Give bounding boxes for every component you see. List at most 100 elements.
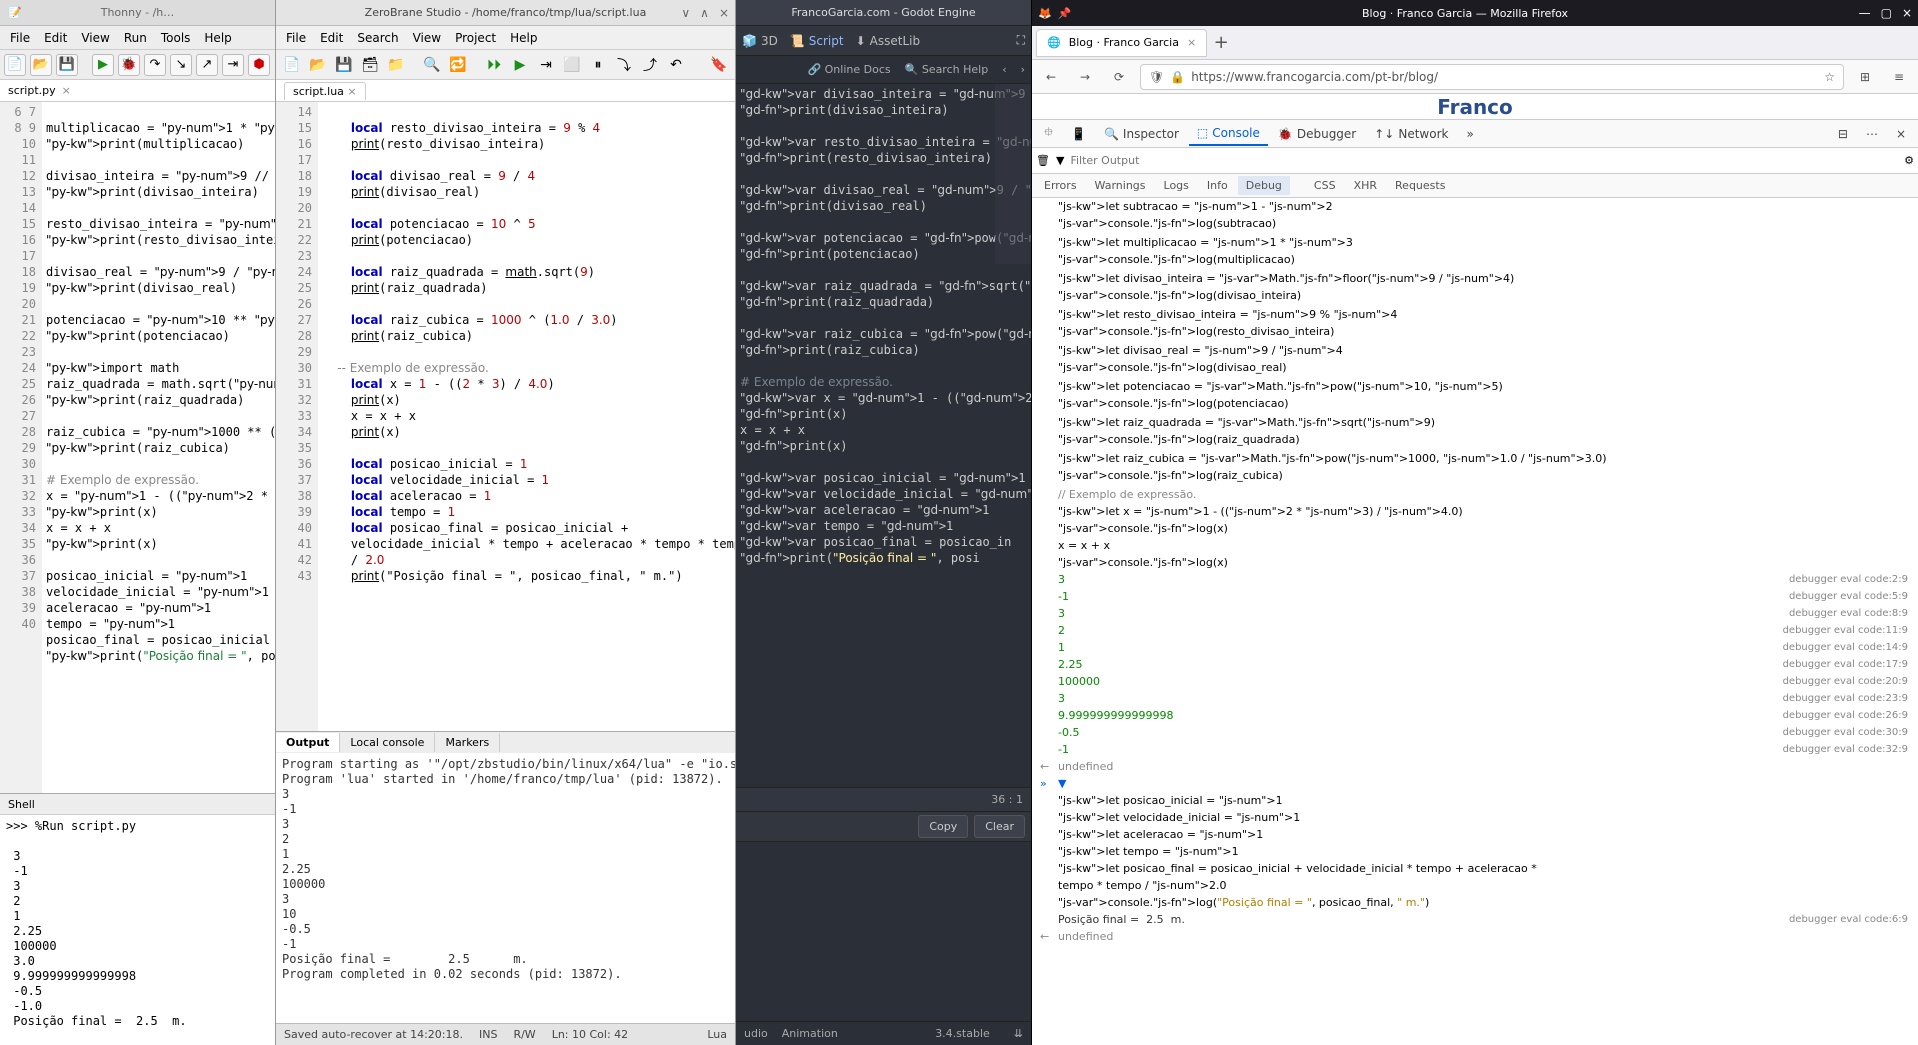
trash-icon[interactable]: 🗑 bbox=[1036, 154, 1050, 167]
copy-button[interactable]: Copy bbox=[918, 815, 968, 838]
thonny-editor[interactable]: 6 7 8 9 10 11 12 13 14 15 16 17 18 19 20… bbox=[0, 102, 275, 793]
close-icon[interactable]: × bbox=[1902, 6, 1912, 20]
inspector-picker-icon[interactable]: ⯐ bbox=[1036, 119, 1061, 148]
tab-inspector[interactable]: 🔍 Inspector bbox=[1096, 123, 1187, 145]
settings-icon[interactable]: ⚙ bbox=[1904, 154, 1914, 167]
tab-close-icon[interactable]: × bbox=[1187, 36, 1196, 49]
minimize-icon[interactable]: — bbox=[1859, 6, 1871, 20]
forward-button[interactable]: → bbox=[1072, 64, 1098, 90]
find-icon[interactable]: 🔍 bbox=[420, 53, 444, 77]
close-icon[interactable]: × bbox=[719, 6, 729, 20]
cat-info[interactable]: Info bbox=[1199, 176, 1236, 195]
tab-debugger[interactable]: 🐞 Debugger bbox=[1270, 123, 1364, 145]
devtools-dock-icon[interactable]: ⊟ bbox=[1830, 123, 1856, 145]
menu-help[interactable]: Help bbox=[504, 29, 543, 47]
pause-icon[interactable]: ⏸ bbox=[586, 53, 610, 77]
address-bar[interactable]: 🛡 🔒 https://www.francogarcia.com/pt-br/b… bbox=[1140, 64, 1844, 90]
debug-run-icon[interactable]: ▶ bbox=[508, 53, 532, 77]
run-icon[interactable]: ⏵⏵ bbox=[482, 53, 506, 77]
console-output[interactable]: "js-kw">let subtracao = "js-num">1 - "js… bbox=[1032, 198, 1918, 1045]
minimize-icon[interactable]: ∨ bbox=[681, 6, 690, 20]
filter-input[interactable] bbox=[1070, 154, 1898, 167]
step-over-icon[interactable]: ↷ bbox=[144, 54, 166, 76]
step-out-icon[interactable]: ↗ bbox=[196, 54, 218, 76]
step2-icon[interactable]: ⤴ bbox=[638, 53, 662, 77]
menu-search[interactable]: Search bbox=[351, 29, 404, 47]
tab-3d[interactable]: 🧊 3D bbox=[742, 34, 778, 48]
menu-run[interactable]: Run bbox=[118, 29, 153, 47]
cat-requests[interactable]: Requests bbox=[1387, 176, 1453, 195]
pin-icon[interactable]: 📌 bbox=[1058, 7, 1072, 20]
thonny-menubar[interactable]: File Edit View Run Tools Help bbox=[0, 26, 275, 50]
cat-debug[interactable]: Debug bbox=[1238, 176, 1290, 195]
open-file-icon[interactable]: 📂 bbox=[30, 54, 52, 76]
godot-editor[interactable]: "gd-kw">var divisao_inteira = "gd-num">9… bbox=[736, 84, 1031, 787]
tab-console[interactable]: ⬚ Console bbox=[1189, 122, 1268, 146]
saveall-icon[interactable]: 🗃 bbox=[358, 53, 382, 77]
zbs-editor[interactable]: 14 15 16 17 18 19 20 21 22 23 24 25 26 2… bbox=[276, 102, 735, 731]
step3-icon[interactable]: ↶ bbox=[664, 53, 688, 77]
menu-edit[interactable]: Edit bbox=[38, 29, 73, 47]
new-icon[interactable]: 📄 bbox=[280, 53, 304, 77]
menu-view[interactable]: View bbox=[407, 29, 447, 47]
zbs-output[interactable]: Program starting as '"/opt/zbstudio/bin/… bbox=[276, 753, 735, 1023]
debug-icon[interactable]: 🐞 bbox=[118, 54, 140, 76]
code-area[interactable]: multiplicacao = "py-num">1 * "py-num">3 … bbox=[42, 102, 275, 793]
menu-file[interactable]: File bbox=[4, 29, 36, 47]
tab-animation[interactable]: Animation bbox=[782, 1027, 838, 1040]
tab-markers[interactable]: Markers bbox=[435, 733, 500, 752]
search-help-link[interactable]: 🔍 Search Help bbox=[905, 63, 989, 76]
shield-icon[interactable]: 🛡 bbox=[1149, 70, 1164, 84]
tab-output[interactable]: Output bbox=[276, 733, 340, 752]
open-icon[interactable]: 📂 bbox=[306, 53, 330, 77]
minimap[interactable] bbox=[995, 84, 1031, 264]
cat-logs[interactable]: Logs bbox=[1156, 176, 1197, 195]
back-button[interactable]: ← bbox=[1038, 64, 1064, 90]
stop-icon[interactable]: ⬜ bbox=[560, 53, 584, 77]
clear-button[interactable]: Clear bbox=[974, 815, 1025, 838]
responsive-icon[interactable]: 📱 bbox=[1063, 123, 1094, 145]
bookmark-icon[interactable]: ☆ bbox=[1824, 70, 1835, 84]
zbs-menubar[interactable]: File Edit Search View Project Help bbox=[276, 26, 735, 50]
tab-audio[interactable]: udio bbox=[744, 1027, 768, 1040]
cat-errors[interactable]: Errors bbox=[1036, 176, 1085, 195]
nav-next-icon[interactable]: › bbox=[1021, 63, 1025, 76]
menu-view[interactable]: View bbox=[75, 29, 115, 47]
browser-tab[interactable]: 🌐 Blog · Franco Garcia × bbox=[1036, 29, 1207, 57]
tab-more-icon[interactable]: » bbox=[1458, 123, 1481, 145]
code-area[interactable]: local resto_divisao_inteira = 9 % 4 prin… bbox=[318, 102, 735, 731]
reload-button[interactable]: ⟳ bbox=[1106, 64, 1132, 90]
menu-project[interactable]: Project bbox=[449, 29, 502, 47]
run-icon[interactable]: ▶ bbox=[92, 54, 114, 76]
extensions-icon[interactable]: ⊞ bbox=[1852, 64, 1878, 90]
step-into-icon[interactable]: ↘ bbox=[170, 54, 192, 76]
new-file-icon[interactable]: 📄 bbox=[4, 54, 26, 76]
devtools-menu-icon[interactable]: ⋯ bbox=[1858, 123, 1886, 145]
menu-help[interactable]: Help bbox=[198, 29, 237, 47]
break-icon[interactable]: ⇥ bbox=[534, 53, 558, 77]
bookmark-icon[interactable]: 🔖 bbox=[707, 53, 731, 77]
code-area[interactable]: "gd-kw">var divisao_inteira = "gd-num">9… bbox=[736, 84, 1031, 787]
thonny-editor-tab[interactable]: script.py × bbox=[0, 80, 275, 102]
save-icon[interactable]: 💾 bbox=[332, 53, 356, 77]
devtools-close-icon[interactable]: × bbox=[1888, 123, 1914, 145]
maximize-icon[interactable]: ▢ bbox=[1881, 6, 1892, 20]
resume-icon[interactable]: ⇥ bbox=[222, 54, 244, 76]
tab-assetlib[interactable]: ⬇ AssetLib bbox=[856, 34, 921, 48]
hamburger-icon[interactable]: ≡ bbox=[1886, 64, 1912, 90]
tab-script[interactable]: 📜 Script bbox=[790, 34, 844, 48]
project-icon[interactable]: 📁 bbox=[384, 53, 408, 77]
cat-xhr[interactable]: XHR bbox=[1346, 176, 1385, 195]
godot-output-panel[interactable] bbox=[736, 841, 1031, 1021]
tab-local-console[interactable]: Local console bbox=[340, 733, 435, 752]
thonny-shell[interactable]: >>> %Run script.py 3 -1 3 2 1 2.25 10000… bbox=[0, 815, 275, 1045]
expand-icon[interactable]: ⛶ bbox=[1017, 33, 1025, 48]
maximize-icon[interactable]: ∧ bbox=[700, 6, 709, 20]
online-docs-link[interactable]: 🔗 Online Docs bbox=[807, 63, 890, 76]
step-icon[interactable]: ⤵ bbox=[612, 53, 636, 77]
stop-icon[interactable]: ⬢ bbox=[248, 54, 270, 76]
cat-warnings[interactable]: Warnings bbox=[1087, 176, 1154, 195]
nav-prev-icon[interactable]: ‹ bbox=[1002, 63, 1006, 76]
tab-script-lua[interactable]: script.lua × bbox=[284, 82, 366, 100]
menu-tools[interactable]: Tools bbox=[155, 29, 197, 47]
